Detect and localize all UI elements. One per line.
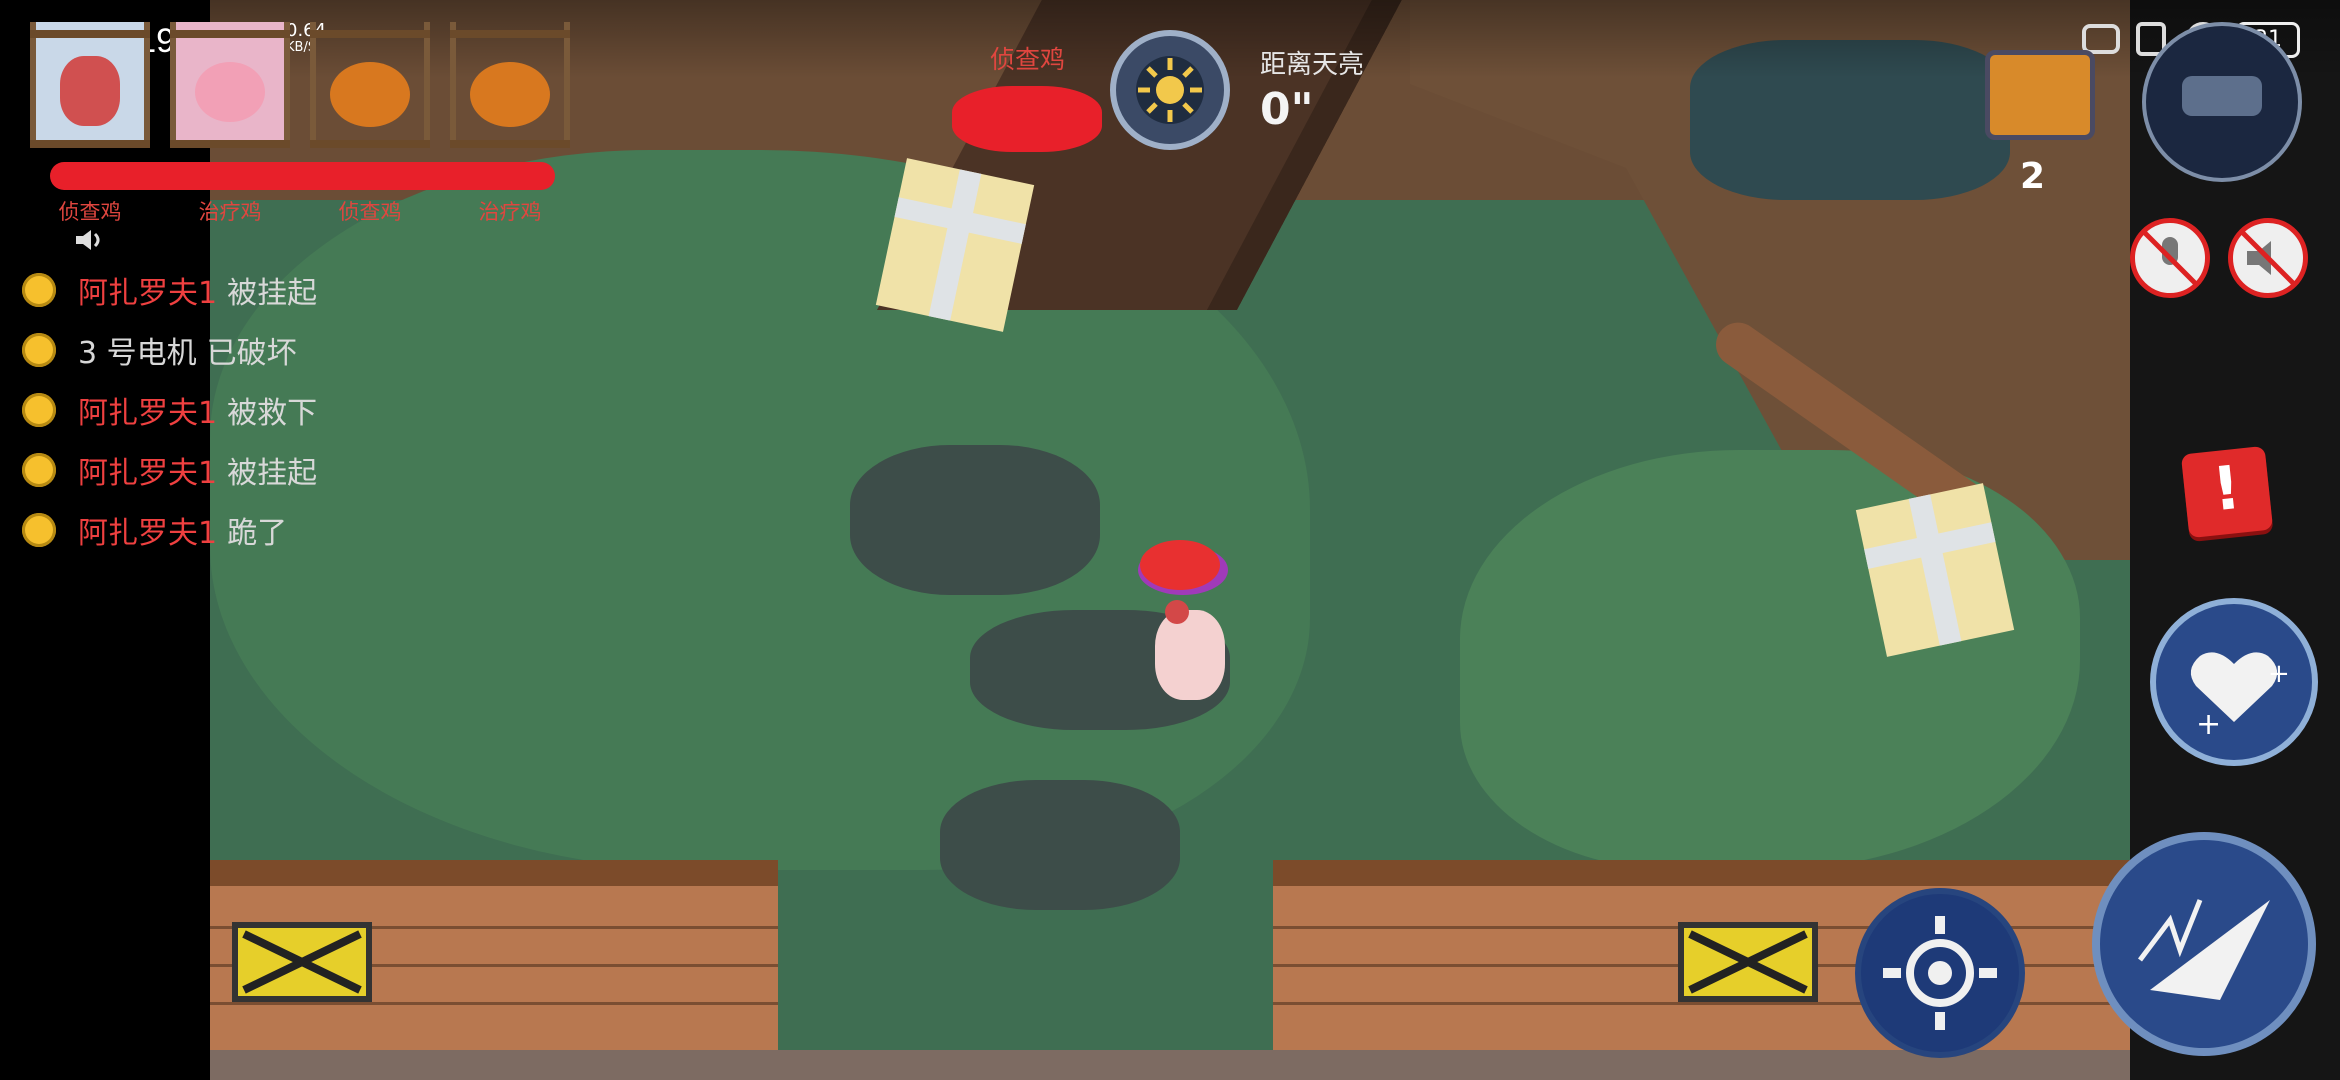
team-slot[interactable]	[30, 22, 150, 162]
player-chicken[interactable]	[1130, 530, 1240, 710]
team-slot-label: 侦查鸡	[58, 200, 122, 224]
feed-action: 被挂起	[227, 456, 318, 491]
dawn-timer: 0"	[1260, 84, 1314, 135]
speaker-icon[interactable]	[74, 228, 106, 252]
roasted-chicken-icon	[330, 62, 410, 127]
team-slot[interactable]	[450, 22, 570, 162]
dash-skill-icon	[2138, 899, 2270, 1000]
feed-dot-icon	[22, 513, 56, 547]
feed-dot-icon	[22, 393, 56, 427]
team-slot[interactable]	[170, 22, 290, 162]
chicken-portrait-icon	[60, 56, 120, 126]
camera-button[interactable]	[2142, 22, 2302, 182]
svg-text:+: +	[2268, 659, 2290, 689]
role-redaction-mark	[952, 86, 1102, 152]
dawn-label: 距离天亮	[1260, 50, 1365, 80]
stone-patch	[940, 780, 1180, 910]
heal-skill-button[interactable]: + +	[2150, 598, 2318, 766]
chicken-portrait-icon	[195, 62, 265, 122]
feed-dot-icon	[22, 453, 56, 487]
roasted-chicken-icon	[470, 62, 550, 127]
team-slot-label: 治疗鸡	[198, 200, 262, 224]
warning-sign	[1678, 922, 1818, 1002]
feed-item: 阿扎罗夫1 被救下	[22, 390, 318, 431]
warning-sign	[232, 922, 372, 1002]
heal-skill-icon: + +	[2190, 652, 2290, 742]
svg-text:+: +	[2196, 707, 2221, 742]
feed-name: 阿扎罗夫1	[78, 396, 218, 431]
feed-action: 跪了	[227, 516, 288, 551]
floor-strip	[210, 1050, 2130, 1080]
sun-icon	[1136, 56, 1204, 124]
stone-patch	[850, 445, 1100, 595]
sound-muted-icon	[2241, 231, 2295, 285]
team-slot[interactable]	[310, 22, 430, 162]
feed-action: 被挂起	[227, 276, 318, 311]
feed-action: 已破坏	[206, 336, 297, 371]
feed-dot-icon	[22, 273, 56, 307]
scan-skill-icon	[1883, 916, 1997, 1030]
scan-skill-button[interactable]	[1855, 888, 2025, 1058]
team-slot-label: 侦查鸡	[338, 200, 402, 224]
generator-icon[interactable]	[1985, 50, 2095, 140]
camera-icon	[2182, 76, 2262, 116]
feed-name: 3 号电机	[78, 336, 197, 371]
wall-left	[210, 860, 778, 1050]
team-slot-label: 治疗鸡	[478, 200, 542, 224]
redaction-mark	[50, 162, 555, 190]
feed-name: 阿扎罗夫1	[78, 276, 218, 311]
mic-muted-button[interactable]	[2130, 218, 2210, 298]
feed-item: 阿扎罗夫1 被挂起	[22, 450, 318, 491]
dash-skill-button[interactable]	[2092, 832, 2316, 1056]
feed-item: 阿扎罗夫1 被挂起	[22, 270, 318, 311]
player-hat	[1140, 540, 1220, 590]
feed-item: 阿扎罗夫1 跪了	[22, 510, 288, 551]
generator-count: 2	[2020, 156, 2046, 197]
sound-muted-button[interactable]	[2228, 218, 2308, 298]
feed-item: 3 号电机 已破坏	[22, 330, 297, 371]
mic-muted-icon	[2143, 231, 2197, 285]
alert-button[interactable]: !	[2180, 445, 2274, 539]
feed-name: 阿扎罗夫1	[78, 456, 218, 491]
feed-action: 被救下	[227, 396, 318, 431]
feed-dot-icon	[22, 333, 56, 367]
role-label: 侦查鸡	[990, 45, 1066, 74]
dawn-clock	[1110, 30, 1230, 150]
feed-name: 阿扎罗夫1	[78, 516, 218, 551]
alert-icon: !	[2209, 452, 2244, 526]
